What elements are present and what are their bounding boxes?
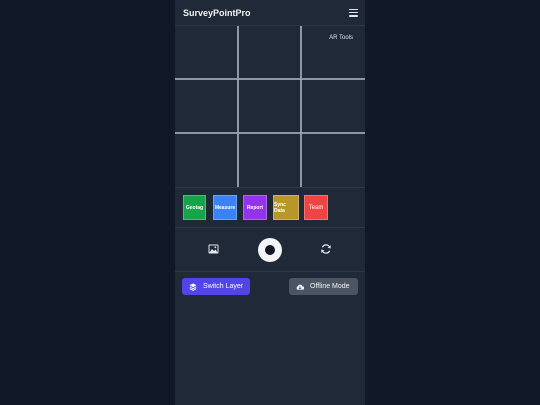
report-button[interactable]: Report <box>243 195 267 220</box>
camera-viewfinder[interactable]: AR Tools <box>175 26 365 188</box>
team-button[interactable]: Team <box>304 195 328 220</box>
shutter-dot <box>265 245 275 255</box>
grid-line-vertical-1 <box>237 26 239 187</box>
measure-button[interactable]: Measure <box>213 195 237 220</box>
offline-mode-label: Offline Mode <box>310 283 350 290</box>
geotag-button[interactable]: Geotag <box>183 195 206 220</box>
grid-line-horizontal-1 <box>175 78 365 80</box>
offline-mode-button[interactable]: Offline Mode <box>289 278 358 295</box>
app-screen: SurveyPointPro AR Tools Geotag Measure R… <box>175 0 365 405</box>
grid-line-vertical-2 <box>300 26 302 187</box>
app-header: SurveyPointPro <box>175 0 365 26</box>
cloud-download-icon <box>296 284 304 290</box>
sync-data-button[interactable]: Sync Data <box>273 195 299 220</box>
switch-layer-label: Switch Layer <box>203 283 244 290</box>
refresh-icon[interactable] <box>320 243 332 255</box>
hamburger-menu-icon[interactable] <box>349 8 358 17</box>
tool-bar: Geotag Measure Report Sync Data Team <box>175 188 365 228</box>
shutter-button[interactable] <box>258 238 282 262</box>
ar-tools-label: AR Tools <box>329 35 353 41</box>
grid-line-horizontal-2 <box>175 132 365 134</box>
app-title: SurveyPointPro <box>183 7 251 18</box>
capture-controls <box>175 228 365 272</box>
bottom-actions: Switch Layer Offline Mode <box>175 272 365 302</box>
switch-layer-button[interactable]: Switch Layer <box>182 278 250 295</box>
image-gallery-icon[interactable] <box>208 244 219 254</box>
layers-icon <box>189 283 197 291</box>
